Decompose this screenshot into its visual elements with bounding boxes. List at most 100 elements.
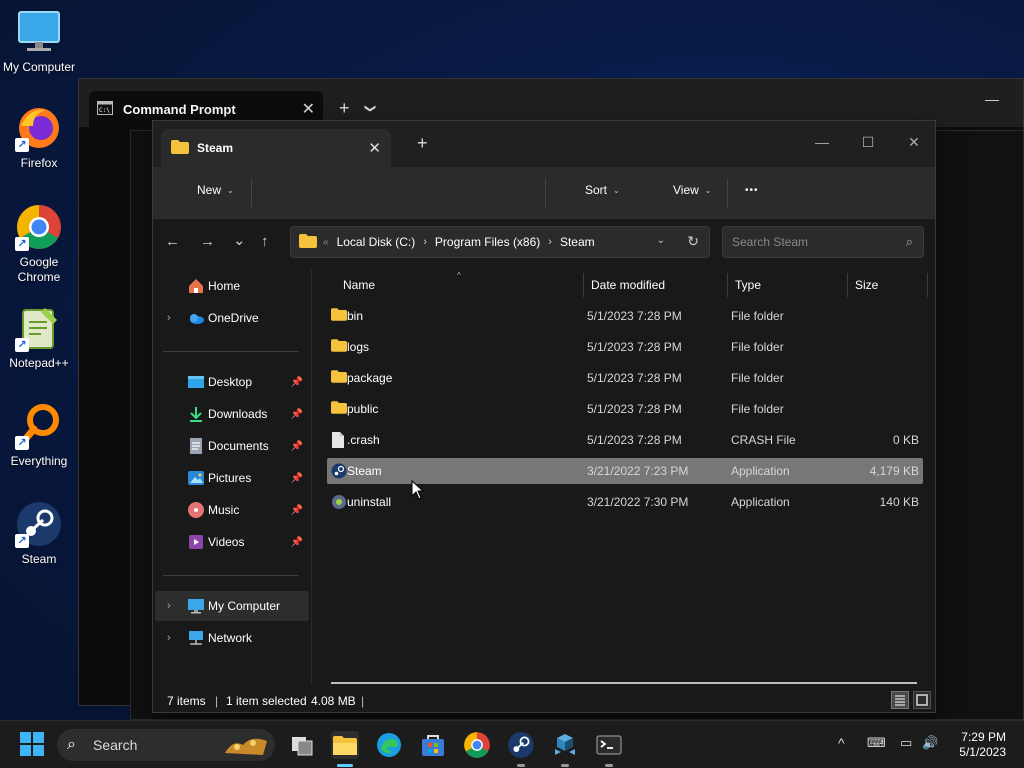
pane-splitter[interactable] — [311, 269, 312, 684]
taskbar-microsoft-store[interactable] — [419, 731, 447, 759]
close-window-button[interactable]: ✕ — [891, 127, 937, 157]
table-row[interactable]: .crash 5/1/2023 7:28 PM CRASH File 0 KB — [327, 427, 923, 453]
breadcrumb-separator-icon[interactable]: › — [548, 236, 552, 248]
search-input[interactable]: Search Steam ⌕ — [722, 226, 924, 258]
column-resize-handle[interactable] — [847, 273, 848, 297]
pin-icon[interactable]: 📌 — [291, 409, 303, 420]
chevron-down-icon: ⌄ — [704, 185, 712, 195]
large-icons-view-button[interactable] — [913, 691, 931, 709]
column-resize-handle[interactable] — [927, 273, 928, 297]
network-status-icon[interactable]: ▭ — [900, 735, 912, 751]
file-type: Application — [731, 495, 790, 509]
chevron-down-icon[interactable]: ❯ — [364, 103, 377, 112]
desktop-icon-steam[interactable]: ↗ Steam — [0, 500, 78, 566]
start-button[interactable] — [19, 731, 47, 759]
taskbar-app-cubes[interactable] — [551, 731, 579, 767]
pin-icon[interactable]: 📌 — [291, 505, 303, 516]
folder-icon — [299, 233, 317, 251]
taskbar-clock[interactable]: 7:29 PM 5/1/2023 — [959, 730, 1006, 760]
sort-button[interactable]: Sort ⌄ — [585, 183, 620, 197]
pin-icon[interactable]: 📌 — [291, 441, 303, 452]
column-resize-handle[interactable] — [583, 273, 584, 297]
minimize-button[interactable]: — — [985, 91, 999, 107]
sidebar-item-my-computer[interactable]: › My Computer — [155, 591, 309, 621]
sidebar-item-onedrive[interactable]: › OneDrive — [155, 303, 309, 333]
forward-button[interactable]: → — [200, 233, 215, 250]
up-button[interactable]: ↑ — [261, 233, 269, 250]
volume-icon[interactable]: 🔊 — [922, 735, 938, 751]
maximize-button[interactable]: ☐ — [845, 127, 891, 157]
back-button[interactable]: ← — [165, 233, 180, 250]
see-more-button[interactable]: ••• — [745, 185, 759, 196]
file-date: 5/1/2023 7:28 PM — [587, 371, 682, 385]
chevron-right-icon[interactable]: › — [167, 600, 171, 612]
pin-icon[interactable]: 📌 — [291, 377, 303, 388]
explorer-tab[interactable]: Steam ✕ — [161, 129, 391, 167]
chevron-right-icon[interactable]: › — [167, 632, 171, 644]
sidebar-item-network[interactable]: › Network — [155, 623, 309, 653]
desktop-icon-everything[interactable]: ↗ Everything — [0, 402, 78, 468]
column-header-date[interactable]: Date modified — [591, 269, 665, 301]
address-bar[interactable]: « Local Disk (C:) › Program Files (x86) … — [290, 226, 710, 258]
taskbar-steam[interactable] — [507, 731, 535, 767]
new-tab-button[interactable]: + — [417, 133, 428, 154]
sidebar-item-downloads[interactable]: Downloads 📌 — [155, 399, 309, 429]
breadcrumb-overflow[interactable]: « — [323, 237, 329, 248]
file-name: uninstall — [347, 495, 392, 509]
table-row[interactable]: bin 5/1/2023 7:28 PM File folder — [327, 303, 923, 329]
chevron-right-icon[interactable]: › — [167, 312, 171, 324]
breadcrumb-separator-icon[interactable]: › — [423, 236, 427, 248]
view-button[interactable]: View ⌄ — [673, 183, 712, 197]
explorer-navigation-bar: ← → ⌄ ↑ « Local Disk (C:) › Program File… — [153, 219, 935, 269]
search-icon: ⌕ — [905, 234, 913, 249]
new-button[interactable]: New ⌄ — [197, 183, 234, 197]
running-indicator — [561, 764, 569, 767]
details-view-button[interactable] — [891, 691, 909, 709]
desktop-icon-notepad-plus-plus[interactable]: ↗ Notepad++ — [0, 304, 78, 370]
column-header-size[interactable]: Size — [855, 269, 878, 301]
desktop-icon-my-computer[interactable]: My Computer — [0, 8, 78, 74]
new-tab-button[interactable]: + — [339, 98, 350, 119]
taskbar-terminal[interactable] — [595, 731, 623, 767]
horizontal-scrollbar[interactable] — [331, 682, 917, 684]
taskbar-chrome[interactable] — [463, 731, 491, 759]
close-icon[interactable]: ✕ — [302, 99, 315, 119]
table-row[interactable]: public 5/1/2023 7:28 PM File folder — [327, 396, 923, 422]
sidebar-item-desktop[interactable]: Desktop 📌 — [155, 367, 309, 397]
file-date: 5/1/2023 7:28 PM — [587, 340, 682, 354]
sidebar-item-music[interactable]: Music 📌 — [155, 495, 309, 525]
sidebar-item-home[interactable]: Home — [155, 271, 309, 301]
recent-locations-button[interactable]: ⌄ — [233, 231, 246, 249]
taskbar-search-box[interactable]: ⌕ Search — [57, 729, 275, 761]
microsoft-store-icon — [422, 735, 444, 756]
keyboard-icon[interactable]: ⌨ — [867, 735, 886, 751]
pin-icon[interactable]: 📌 — [291, 473, 303, 484]
file-explorer-window[interactable]: Steam ✕ + — ☐ ✕ New ⌄ Sort ⌄ View ⌄ ••• … — [152, 120, 936, 713]
table-row[interactable]: package 5/1/2023 7:28 PM File folder — [327, 365, 923, 391]
breadcrumb-local-disk[interactable]: Local Disk (C:) — [337, 235, 416, 249]
file-date: 5/1/2023 7:28 PM — [587, 433, 682, 447]
refresh-icon[interactable]: ↻ — [687, 233, 699, 250]
show-hidden-icons-button[interactable]: ^ — [838, 735, 845, 751]
taskbar-file-explorer[interactable] — [331, 731, 359, 767]
taskbar-edge[interactable] — [375, 731, 403, 759]
column-header-name[interactable]: Name — [343, 269, 375, 301]
minimize-button[interactable]: — — [799, 127, 845, 157]
desktop-icon-firefox[interactable]: ↗ Firefox — [0, 104, 78, 170]
sidebar-item-pictures[interactable]: Pictures 📌 — [155, 463, 309, 493]
music-icon — [187, 501, 205, 519]
breadcrumb-steam[interactable]: Steam — [560, 235, 595, 249]
task-view-button[interactable] — [288, 731, 316, 759]
chevron-down-icon[interactable]: ⌄ — [657, 235, 665, 246]
pin-icon[interactable]: 📌 — [291, 537, 303, 548]
table-row[interactable]: logs 5/1/2023 7:28 PM File folder — [327, 334, 923, 360]
sidebar-item-documents[interactable]: Documents 📌 — [155, 431, 309, 461]
breadcrumb-program-files[interactable]: Program Files (x86) — [435, 235, 540, 249]
column-header-type[interactable]: Type — [735, 269, 761, 301]
sidebar-item-label: OneDrive — [208, 311, 259, 325]
desktop-icon-google-chrome[interactable]: ↗ Google Chrome — [0, 203, 78, 285]
sidebar-item-label: Desktop — [208, 375, 253, 389]
sidebar-item-videos[interactable]: Videos 📌 — [155, 527, 309, 557]
close-icon[interactable]: ✕ — [368, 139, 381, 157]
column-resize-handle[interactable] — [727, 273, 728, 297]
